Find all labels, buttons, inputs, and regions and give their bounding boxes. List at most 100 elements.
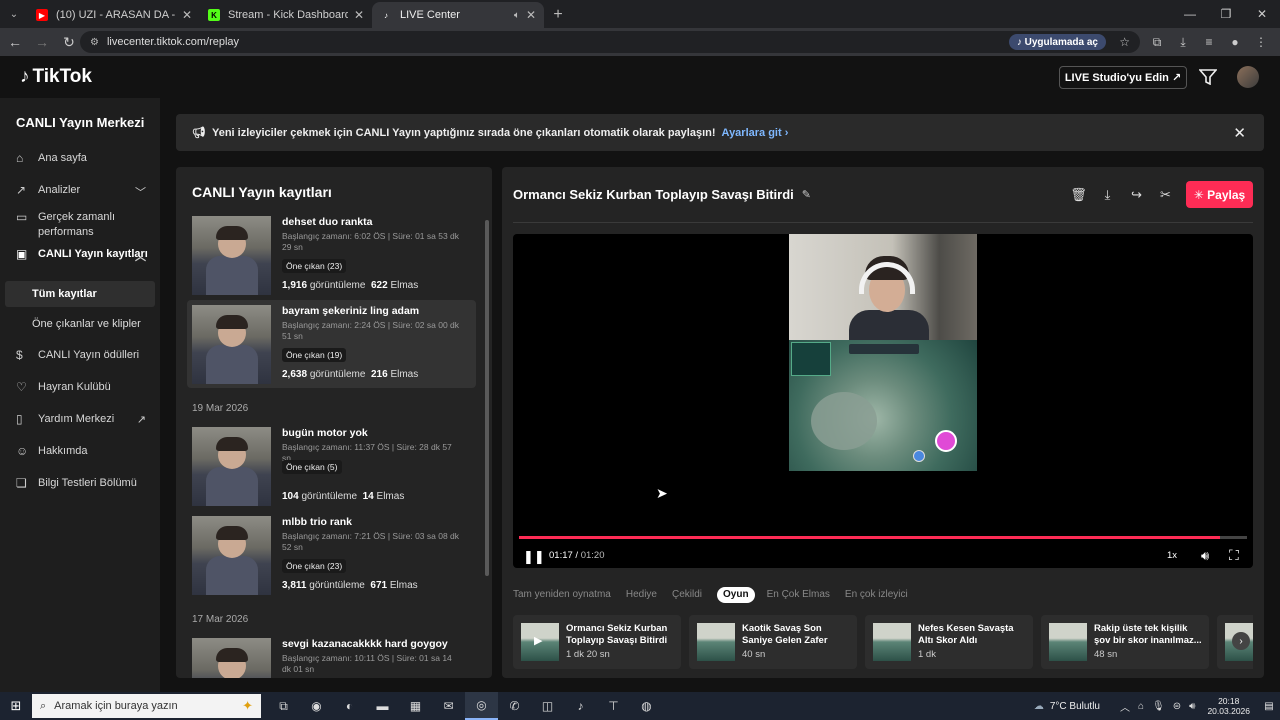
taskbar-search-input[interactable]: ⌕ Aramak için buraya yazın ✦ (32, 694, 261, 718)
media-icon[interactable]: ≡ (1196, 35, 1222, 49)
tiktok-icon[interactable]: ♪ (564, 692, 597, 720)
sidebar-item-analytics[interactable]: ↗ Analizler ﹀ (16, 183, 154, 199)
recording-item[interactable]: dehset duo rankta Başlangıç zamanı: 6:02… (187, 211, 476, 299)
seek-bar[interactable] (519, 536, 1247, 539)
store-icon[interactable]: ▦ (399, 692, 432, 720)
scissors-icon[interactable]: ✂ (1151, 187, 1180, 203)
forward-share-icon[interactable]: ↪ (1122, 187, 1151, 203)
sidebar-item-fan-club[interactable]: ♡ Hayran Kulübü (16, 380, 154, 395)
browser-tab-youtube[interactable]: ▶ (10) UZI - ARASAN DA - YouTube ✕ (28, 2, 200, 28)
sidebar-item-help-center[interactable]: ▯ Yardım Merkezi ↗ (16, 412, 154, 427)
back-icon[interactable]: ← (3, 34, 27, 50)
chevron-up-icon[interactable]: ︿ (1120, 699, 1130, 714)
tab-pulled[interactable]: Çekildi (672, 587, 702, 603)
clip-card[interactable]: Rakip üste tek kişilik şov bir skor inan… (1041, 615, 1209, 669)
close-icon[interactable]: ✕ (1233, 124, 1246, 142)
recording-thumbnail (192, 216, 271, 295)
get-live-studio-button[interactable]: LIVE Studio'yu Edin ↗ (1059, 66, 1187, 89)
tab-full-replay[interactable]: Tam yeniden oynatma (513, 587, 611, 603)
download-icon[interactable]: ⤓ (1093, 187, 1122, 203)
recording-item[interactable]: bugün motor yok Başlangıç zamanı: 11:37 … (187, 422, 476, 510)
avatar[interactable] (1237, 66, 1259, 88)
whatsapp-icon[interactable]: ✆ (498, 692, 531, 720)
fullscreen-icon[interactable]: ⛶ (1229, 547, 1239, 564)
trash-icon[interactable]: 🗑︎ (1064, 187, 1093, 203)
chrome-icon[interactable]: ◎ (465, 692, 498, 720)
reload-icon[interactable]: ↻ (57, 34, 81, 51)
sidebar-item-recordings[interactable]: ▣ CANLI Yayın kayıtları ︿ (16, 247, 154, 263)
windows-start-icon[interactable]: ⊞ (0, 692, 32, 720)
site-info-icon[interactable]: ⚙ (90, 37, 99, 48)
volume-icon[interactable]: 🔊︎ (1201, 548, 1209, 564)
new-tab-button[interactable]: + (544, 2, 572, 28)
menu-icon[interactable]: ⋮ (1248, 35, 1274, 49)
minimize-icon[interactable]: — (1172, 0, 1208, 28)
sidebar-item-about[interactable]: ☺ Hakkımda (16, 444, 154, 459)
edit-pencil-icon[interactable]: ✎ (802, 188, 811, 201)
diamonds-label: Elmas (376, 491, 405, 502)
clock[interactable]: 20:18 20.03.2026 (1207, 696, 1250, 716)
clip-card[interactable]: ▶ Ormancı Sekiz Kurban Toplayıp Savaşı B… (513, 615, 681, 669)
edge-icon[interactable]: ◐ (333, 692, 366, 720)
sidebar-item-quiz[interactable]: ❏ Bilgi Testleri Bölümü (16, 476, 154, 491)
copilot-icon[interactable]: ◉ (300, 692, 333, 720)
share-button[interactable]: ✳ Paylaş (1186, 181, 1253, 208)
download-icon[interactable]: ⤓ (1170, 35, 1196, 50)
filter-icon[interactable] (1199, 69, 1217, 85)
sidebar-subitem-all-recordings[interactable]: Tüm kayıtlar (5, 281, 155, 307)
tiktok-logo[interactable]: ♪ TikTok (20, 66, 92, 88)
tab-search-icon[interactable]: ⌄ (0, 0, 28, 28)
tab-game[interactable]: Oyun (717, 587, 755, 603)
sidebar-subitem-highlights[interactable]: Öne çıkanlar ve klipler (5, 311, 155, 337)
playback-speed-button[interactable]: 1x (1167, 550, 1177, 561)
views-count: 1,916 (282, 280, 308, 291)
clip-card[interactable]: Nefes Kesen Savaşta Altı Skor Aldı 1 dk (865, 615, 1033, 669)
clock-time: 20:18 (1218, 696, 1240, 706)
browser-tab-kick[interactable]: K Stream - Kick Dashboard ✕ (200, 2, 372, 28)
close-tab-icon[interactable]: ✕ (182, 8, 192, 22)
forward-icon[interactable]: → (30, 34, 54, 50)
scrollbar[interactable] (485, 220, 489, 576)
close-window-icon[interactable]: ✕ (1244, 0, 1280, 28)
network-icon[interactable]: ⌂ (1138, 701, 1144, 712)
chevron-right-icon[interactable]: › (1232, 632, 1250, 650)
mail-icon[interactable]: ✉ (432, 692, 465, 720)
profile-icon[interactable]: ● (1222, 35, 1248, 49)
app-icon[interactable]: ◍ (630, 692, 663, 720)
file-explorer-icon[interactable]: ▬ (366, 692, 399, 720)
video-player[interactable]: ➤ ❚❚ 01:17 / 01:20 1x 🔊︎ ⛶ (513, 234, 1253, 568)
address-bar[interactable]: ⚙ livecenter.tiktok.com/replay ♪ Uygulam… (80, 31, 1140, 53)
wifi-icon[interactable]: ⊜ (1173, 701, 1181, 712)
tradingview-icon[interactable]: ⊤ (597, 692, 630, 720)
restore-icon[interactable]: ❐ (1208, 0, 1244, 28)
close-tab-icon[interactable]: ✕ (354, 8, 364, 22)
sidebar-item-rewards[interactable]: $ CANLI Yayın ödülleri (16, 348, 154, 363)
bookmark-star-icon[interactable]: ☆ (1119, 35, 1130, 49)
tab-title: LIVE Center (400, 9, 460, 21)
task-view-icon[interactable]: ⧉ (267, 692, 300, 720)
notification-icon[interactable]: ▤ (1258, 701, 1280, 712)
recording-item[interactable]: mlbb trio rank Başlangıç zamanı: 7:21 ÖS… (187, 511, 476, 599)
tab-most-diamonds[interactable]: En Çok Elmas (767, 587, 830, 603)
tab-most-viewers[interactable]: En çok izleyici (845, 587, 908, 603)
recording-name: dehset duo rankta (282, 216, 373, 228)
tab-gift[interactable]: Hediye (626, 587, 657, 603)
speaker-icon[interactable]: 🔈︎ (514, 10, 520, 21)
recording-item[interactable]: sevgi kazanacakkkk hard goygoy Başlangıç… (187, 633, 476, 678)
volume-icon[interactable]: 🔊︎ (1189, 701, 1195, 712)
settings-link[interactable]: Ayarlara git › (722, 127, 789, 139)
clip-card[interactable]: Kaotik Savaş Son Saniye Gelen Zafer 40 s… (689, 615, 857, 669)
replay-panel: Ormancı Sekiz Kurban Toplayıp Savaşı Bit… (502, 167, 1264, 678)
extensions-icon[interactable]: ⧉ (1144, 35, 1170, 50)
recording-item[interactable]: bayram şekeriniz ling adam Başlangıç zam… (187, 300, 476, 388)
window-controls: — ❐ ✕ (1172, 0, 1280, 28)
sidebar-item-realtime[interactable]: ▭ Gerçek zamanlı performans (16, 210, 154, 240)
pause-icon[interactable]: ❚❚ (523, 549, 545, 565)
browser-tab-live-center[interactable]: ♪ LIVE Center 🔈︎ ✕ (372, 2, 544, 28)
sidebar-item-home[interactable]: ⌂ Ana sayfa (16, 151, 154, 166)
open-in-app-button[interactable]: ♪ Uygulamada aç (1008, 34, 1106, 50)
close-tab-icon[interactable]: ✕ (526, 8, 536, 22)
mic-icon[interactable]: 🎙︎ (1152, 701, 1165, 712)
instagram-icon[interactable]: ◫ (531, 692, 564, 720)
weather-widget[interactable]: ☁ 7°C Bulutlu (1034, 701, 1100, 712)
